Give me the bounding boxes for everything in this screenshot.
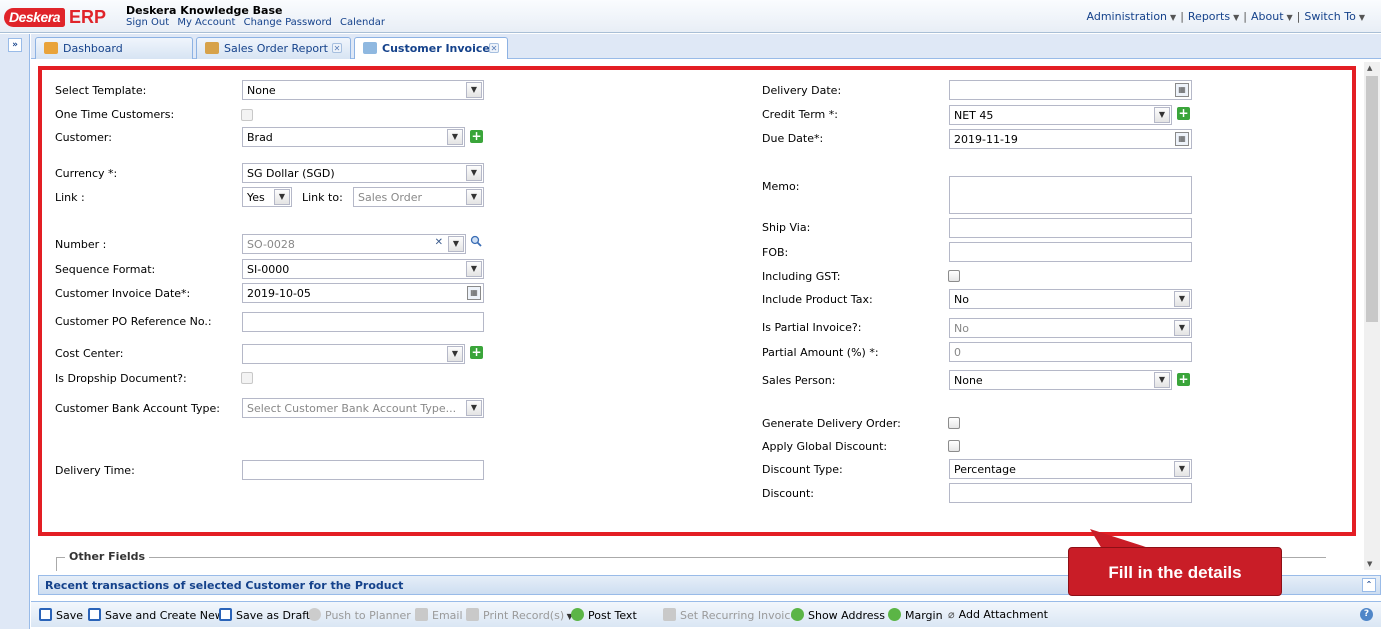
menu-switch-to-label: Switch To bbox=[1304, 10, 1356, 23]
other-fields-title: Other Fields bbox=[65, 550, 150, 563]
save-as-draft-button[interactable]: Save as Draft bbox=[219, 608, 310, 622]
add-attachment-label: Add Attachment bbox=[958, 608, 1048, 621]
help-icon[interactable]: ? bbox=[1360, 608, 1373, 621]
menu-about-label: About bbox=[1250, 10, 1284, 23]
my-account-link[interactable]: My Account bbox=[177, 17, 235, 28]
callout-pointer bbox=[1090, 529, 1152, 549]
margin-label: Margin bbox=[905, 609, 943, 622]
dashboard-icon bbox=[44, 42, 58, 54]
sign-out-link[interactable]: Sign Out bbox=[126, 17, 169, 28]
highlight-box bbox=[38, 66, 1356, 536]
save-as-draft-label: Save as Draft bbox=[236, 609, 311, 622]
push-icon bbox=[308, 608, 321, 621]
save-label: Save bbox=[56, 609, 84, 622]
expand-sidebar-icon[interactable]: » bbox=[8, 38, 22, 52]
margin-icon bbox=[888, 608, 901, 621]
caret-down-icon: ▼ bbox=[1286, 13, 1293, 22]
show-address-button[interactable]: Show Address bbox=[791, 608, 885, 622]
post-text-label: Post Text bbox=[588, 609, 637, 622]
save-icon bbox=[39, 608, 52, 621]
deskera-logo: Deskera ERP bbox=[4, 6, 106, 28]
invoice-icon bbox=[363, 42, 377, 54]
add-attachment-button[interactable]: ⌀ Add Attachment bbox=[948, 608, 1048, 621]
menu-about[interactable]: About ▼ bbox=[1251, 10, 1293, 23]
account-links: Sign Out My Account Change Password Cale… bbox=[126, 17, 390, 28]
scroll-thumb[interactable] bbox=[1366, 76, 1378, 322]
callout-fill-details: Fill in the details bbox=[1068, 547, 1282, 596]
collapse-up-icon[interactable]: ⌃ bbox=[1362, 578, 1376, 592]
save-button[interactable]: Save bbox=[39, 608, 83, 622]
show-address-label: Show Address bbox=[808, 609, 885, 622]
tab-sales-order-report-label: Sales Order Report bbox=[224, 42, 328, 55]
vertical-scrollbar[interactable]: ▲ ▼ bbox=[1364, 62, 1380, 570]
tab-customer-invoice-label: Customer Invoice bbox=[382, 42, 490, 55]
margin-button[interactable]: Margin bbox=[888, 608, 943, 622]
main-menu: Administration ▼ | Reports ▼ | About ▼ | Switch T… bbox=[1086, 10, 1365, 23]
recent-transactions-title: Recent transactions of selected Customer… bbox=[45, 579, 404, 592]
tab-strip: Dashboard Sales Order Report ✕ Customer … bbox=[31, 34, 1381, 60]
caret-down-icon: ▼ bbox=[1170, 13, 1177, 22]
address-icon bbox=[791, 608, 804, 621]
push-to-planner-button[interactable]: Push to Planner bbox=[308, 608, 411, 622]
app-title: Deskera Knowledge Base bbox=[126, 4, 283, 17]
tab-customer-invoice[interactable]: Customer Invoice ✕ bbox=[354, 37, 508, 60]
printer-icon bbox=[466, 608, 479, 621]
push-to-planner-label: Push to Planner bbox=[325, 609, 411, 622]
post-text-button[interactable]: Post Text bbox=[571, 608, 637, 622]
post-text-icon bbox=[571, 608, 584, 621]
menu-administration-label: Administration bbox=[1086, 10, 1168, 23]
collapsed-sidebar bbox=[0, 34, 30, 629]
print-records-button[interactable]: Print Record(s) ▼ bbox=[466, 608, 573, 622]
top-bar: Deskera ERP Deskera Knowledge Base Sign … bbox=[0, 0, 1381, 33]
save-icon bbox=[219, 608, 232, 621]
scroll-down-icon[interactable]: ▼ bbox=[1367, 560, 1372, 568]
report-icon bbox=[205, 42, 219, 54]
set-recurring-invoice-label: Set Recurring Invoice bbox=[680, 609, 798, 622]
caret-down-icon: ▼ bbox=[1233, 13, 1240, 22]
bottom-toolbar: Save Save and Create New Save as Draft P… bbox=[31, 601, 1381, 627]
save-and-create-new-label: Save and Create New bbox=[105, 609, 224, 622]
menu-reports-label: Reports bbox=[1187, 10, 1231, 23]
tab-dashboard-label: Dashboard bbox=[63, 42, 123, 55]
caret-down-icon: ▼ bbox=[1358, 13, 1365, 22]
logo-erp: ERP bbox=[69, 6, 107, 27]
save-icon bbox=[88, 608, 101, 621]
email-label: Email bbox=[432, 609, 463, 622]
change-password-link[interactable]: Change Password bbox=[244, 17, 332, 28]
print-records-label: Print Record(s) bbox=[483, 609, 565, 622]
scroll-up-icon[interactable]: ▲ bbox=[1367, 64, 1372, 72]
save-and-create-new-button[interactable]: Save and Create New bbox=[88, 608, 224, 622]
recurring-icon bbox=[663, 608, 676, 621]
menu-switch-to[interactable]: Switch To ▼ bbox=[1304, 10, 1365, 23]
set-recurring-invoice-button[interactable]: Set Recurring Invoice bbox=[663, 608, 797, 622]
tab-dashboard[interactable]: Dashboard bbox=[35, 37, 193, 59]
logo-brand: Deskera bbox=[4, 7, 65, 27]
menu-administration[interactable]: Administration ▼ bbox=[1087, 10, 1177, 23]
email-icon bbox=[415, 608, 428, 621]
calendar-link[interactable]: Calendar bbox=[340, 17, 385, 28]
close-icon[interactable]: ✕ bbox=[332, 43, 342, 53]
tab-sales-order-report[interactable]: Sales Order Report ✕ bbox=[196, 37, 351, 59]
menu-reports[interactable]: Reports ▼ bbox=[1188, 10, 1239, 23]
paperclip-icon: ⌀ bbox=[948, 608, 955, 621]
email-button[interactable]: Email bbox=[415, 608, 463, 622]
close-icon[interactable]: ✕ bbox=[489, 43, 499, 53]
